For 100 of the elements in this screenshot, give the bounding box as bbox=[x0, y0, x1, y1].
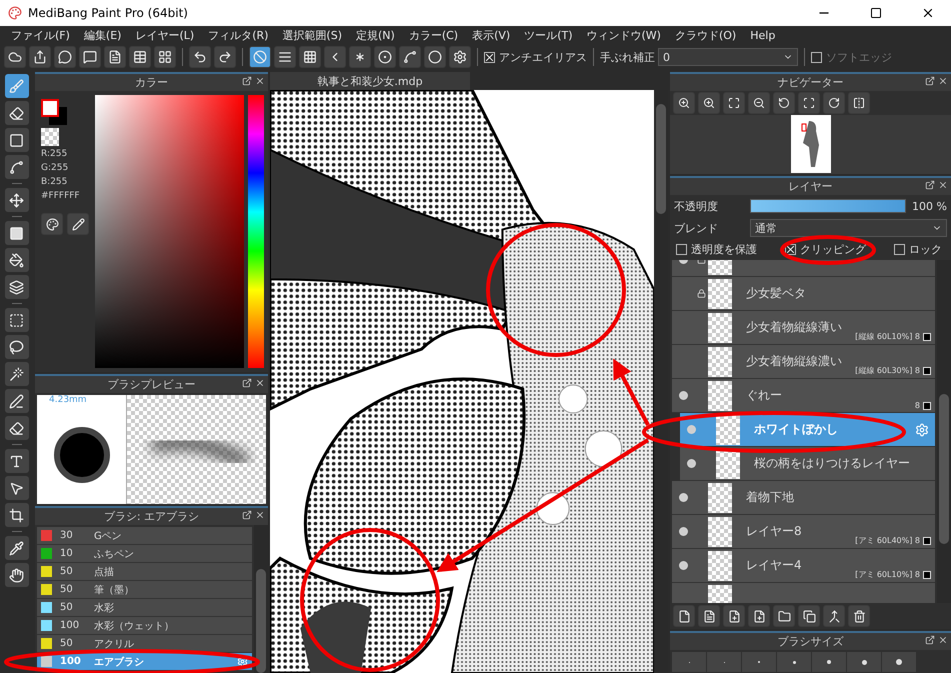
popout-icon[interactable] bbox=[925, 76, 935, 86]
visibility-icon[interactable] bbox=[678, 561, 688, 570]
toolbar-button[interactable] bbox=[129, 46, 151, 68]
tool-button[interactable] bbox=[4, 275, 28, 299]
close-icon[interactable] bbox=[255, 378, 265, 388]
tool-button[interactable] bbox=[4, 155, 28, 179]
toolbar-button[interactable] bbox=[154, 46, 176, 68]
close-icon[interactable] bbox=[938, 635, 948, 645]
visibility-icon[interactable] bbox=[686, 459, 696, 468]
brush-list-item[interactable]: 30 Gペン bbox=[37, 527, 252, 545]
toolbar-button[interactable] bbox=[29, 46, 51, 68]
brush-list-item[interactable]: 50 筆（墨） bbox=[37, 581, 252, 599]
checkbox[interactable] bbox=[894, 244, 905, 255]
undo-button[interactable] bbox=[189, 46, 211, 68]
menu-item[interactable]: カラー(C) bbox=[402, 26, 466, 44]
snap-button[interactable] bbox=[399, 46, 421, 68]
checkbox[interactable] bbox=[676, 244, 687, 255]
color-swatches[interactable] bbox=[41, 99, 67, 125]
opacity-slider[interactable] bbox=[750, 199, 906, 213]
toolbar-button[interactable] bbox=[104, 46, 126, 68]
snap-button[interactable] bbox=[374, 46, 396, 68]
toolbar-button[interactable] bbox=[79, 46, 101, 68]
layer-action-button[interactable] bbox=[798, 605, 820, 627]
snap-button[interactable] bbox=[274, 46, 296, 68]
menu-item[interactable]: 選択範囲(S) bbox=[275, 26, 349, 44]
snap-button[interactable] bbox=[249, 46, 271, 68]
layer-action-button[interactable] bbox=[673, 605, 695, 627]
menu-item[interactable]: 編集(E) bbox=[76, 26, 128, 44]
layer-action-button[interactable] bbox=[773, 605, 795, 627]
snap-button[interactable] bbox=[349, 46, 371, 68]
tool-button[interactable] bbox=[4, 335, 28, 359]
layer-action-button[interactable] bbox=[823, 605, 845, 627]
visibility-icon[interactable] bbox=[678, 391, 688, 400]
layer-action-button[interactable] bbox=[723, 605, 745, 627]
menu-item[interactable]: ツール(T) bbox=[517, 26, 580, 44]
tool-button[interactable] bbox=[4, 449, 28, 473]
navigator-button[interactable] bbox=[723, 92, 745, 114]
close-icon[interactable] bbox=[255, 510, 265, 520]
scrollbar[interactable] bbox=[937, 260, 951, 603]
popout-icon[interactable] bbox=[925, 635, 935, 645]
snap-button[interactable] bbox=[424, 46, 446, 68]
tool-button[interactable] bbox=[4, 128, 28, 152]
layer-row[interactable]: レイヤー8 [アミ 60L40%] 8 bbox=[672, 515, 935, 549]
checkbox[interactable] bbox=[811, 52, 822, 62]
tool-button[interactable] bbox=[4, 74, 28, 98]
document-tab[interactable]: 執事と和装少女.mdp bbox=[270, 72, 470, 90]
close-icon[interactable] bbox=[938, 76, 948, 86]
tool-button[interactable] bbox=[4, 101, 28, 125]
transparent-swatch[interactable] bbox=[41, 128, 59, 146]
menu-item[interactable]: ファイル(F) bbox=[4, 26, 77, 44]
checkbox[interactable] bbox=[484, 52, 495, 62]
snap-button[interactable] bbox=[449, 46, 471, 68]
navigator-button[interactable] bbox=[773, 92, 795, 114]
brush-list-item[interactable]: 50 水彩 bbox=[37, 599, 252, 617]
saturation-value-picker[interactable] bbox=[95, 95, 244, 368]
layer-row[interactable]: 少女着物縦線濃い [縦線 60L30%] 8 bbox=[672, 345, 935, 379]
color-picker-button[interactable] bbox=[67, 213, 89, 235]
close-icon[interactable] bbox=[938, 180, 948, 190]
layer-row[interactable]: 着物下地 bbox=[672, 481, 935, 515]
popout-icon[interactable] bbox=[242, 378, 252, 388]
brush-size-preset[interactable] bbox=[882, 652, 916, 672]
popout-icon[interactable] bbox=[242, 76, 252, 86]
toolbar-button[interactable] bbox=[54, 46, 76, 68]
navigator-button[interactable] bbox=[673, 92, 695, 114]
tool-button[interactable] bbox=[4, 416, 28, 440]
navigator-button[interactable] bbox=[848, 92, 870, 114]
stabilizer-dropdown[interactable]: 0 bbox=[658, 48, 798, 66]
toolbar-button[interactable] bbox=[4, 46, 26, 68]
tool-button[interactable] bbox=[4, 476, 28, 500]
menu-item[interactable]: 表示(V) bbox=[465, 26, 518, 44]
visibility-icon[interactable] bbox=[678, 527, 688, 536]
menu-item[interactable]: クラウド(O) bbox=[668, 26, 744, 44]
navigator-button[interactable] bbox=[698, 92, 720, 114]
tool-button[interactable] bbox=[4, 221, 28, 245]
checkbox[interactable] bbox=[785, 244, 796, 255]
settings-icon[interactable] bbox=[915, 422, 929, 436]
layer-action-button[interactable] bbox=[748, 605, 770, 627]
menu-item[interactable]: レイヤー(L) bbox=[128, 26, 202, 44]
visibility-icon[interactable] bbox=[678, 493, 688, 502]
brush-list-item[interactable]: 50 点描 bbox=[37, 563, 252, 581]
brush-list-item[interactable]: 10 ふちペン bbox=[37, 545, 252, 563]
snap-button[interactable] bbox=[324, 46, 346, 68]
layer-row[interactable]: ぐれー 8 bbox=[672, 379, 935, 413]
layer-row[interactable]: レイヤー4 [アミ 60L10%] 8 bbox=[672, 549, 935, 583]
navigator-button[interactable] bbox=[823, 92, 845, 114]
tool-button[interactable] bbox=[4, 536, 28, 560]
hue-bar[interactable] bbox=[248, 95, 264, 368]
menu-item[interactable]: 定規(N) bbox=[349, 26, 402, 44]
tool-button[interactable] bbox=[4, 563, 28, 587]
redo-button[interactable] bbox=[214, 46, 236, 68]
settings-icon[interactable] bbox=[237, 656, 248, 667]
tool-button[interactable] bbox=[4, 503, 28, 527]
layer-row[interactable]: 少女髪ベタ bbox=[672, 277, 935, 311]
layer-action-button[interactable] bbox=[848, 605, 870, 627]
popout-icon[interactable] bbox=[242, 510, 252, 520]
navigator-button[interactable] bbox=[798, 92, 820, 114]
tool-button[interactable] bbox=[4, 188, 28, 212]
snap-button[interactable] bbox=[299, 46, 321, 68]
menu-item[interactable]: ウィンドウ(W) bbox=[580, 26, 668, 44]
menu-item[interactable]: Help bbox=[743, 26, 782, 44]
